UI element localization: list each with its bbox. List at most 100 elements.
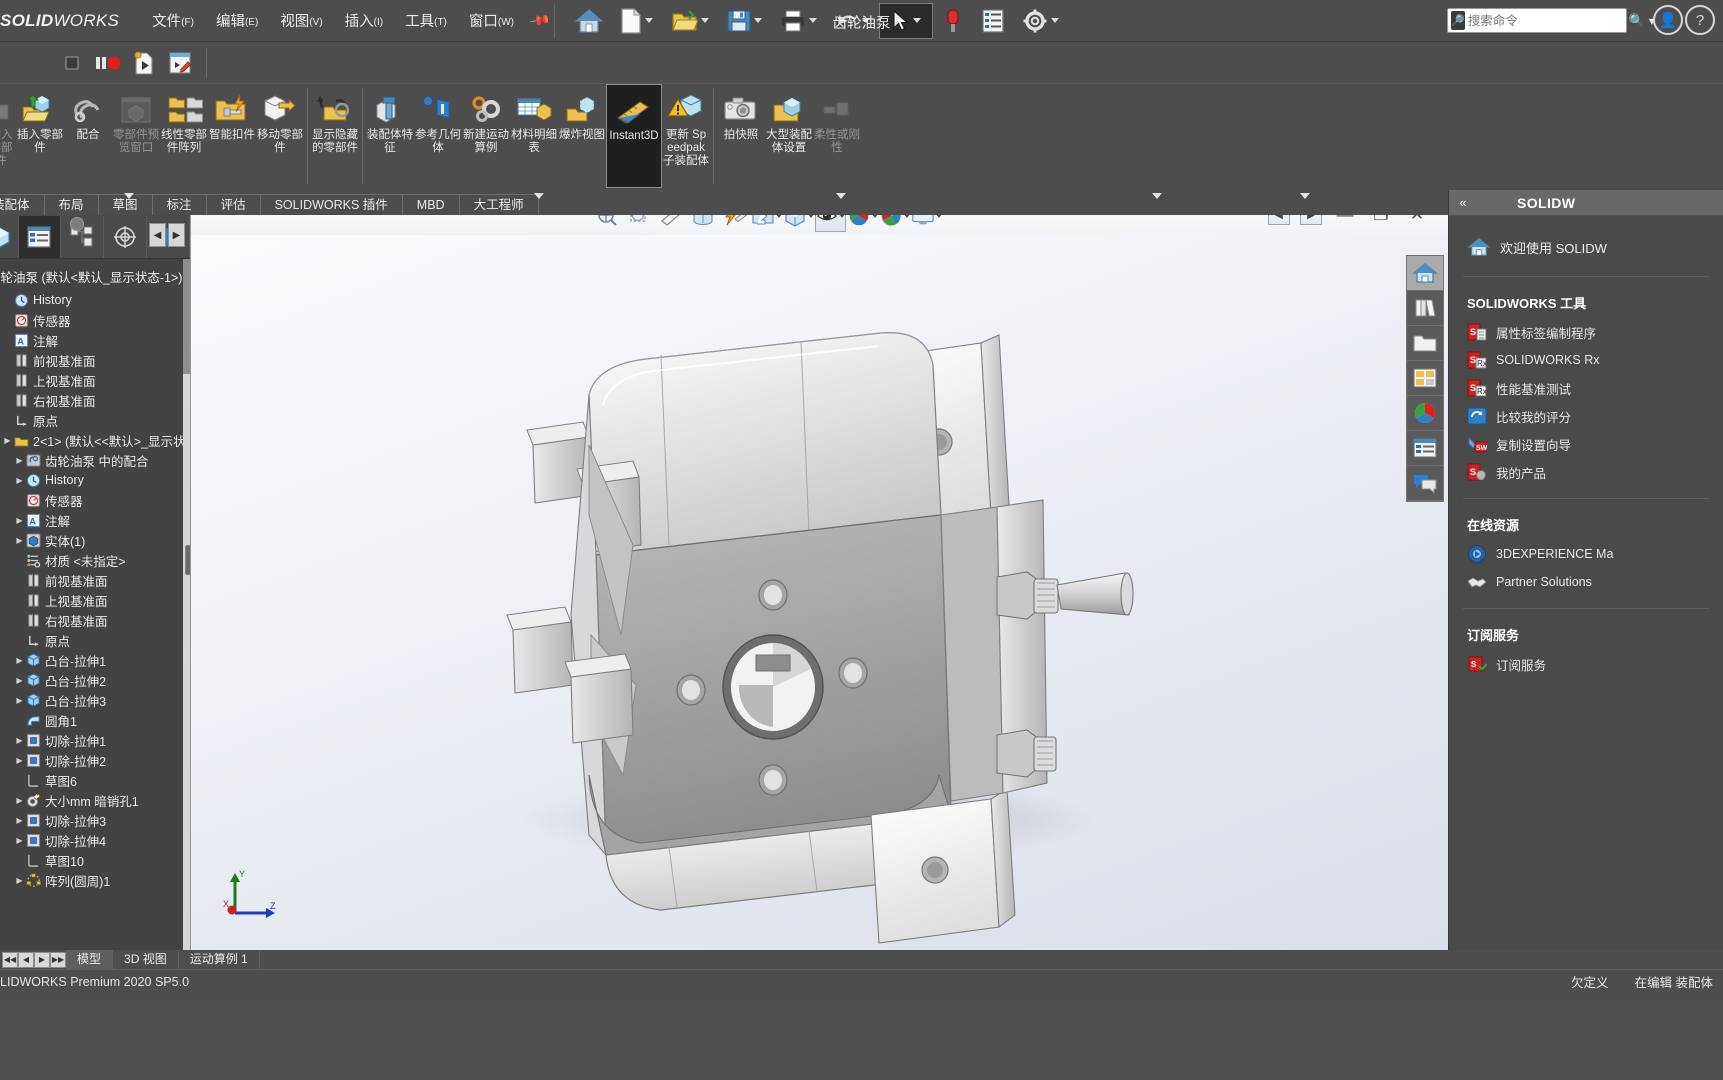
tree-node[interactable]: 材质 <未指定>: [0, 550, 183, 570]
menu-file[interactable]: 文件(F): [141, 5, 205, 36]
tree-node[interactable]: 上视基准面: [0, 590, 183, 610]
ribbon-linear-component-pattern[interactable]: 线性零部件阵列: [160, 84, 208, 188]
tree-node[interactable]: ▶ History: [0, 470, 183, 490]
ribbon-flexible-rigid[interactable]: 柔性或刚性: [813, 84, 861, 188]
link-partner-solutions[interactable]: Partner Solutions: [1449, 568, 1723, 596]
ribbon-snapshot[interactable]: 拍快照: [717, 84, 765, 188]
settings-gear-icon[interactable]: [1013, 3, 1067, 39]
ribbon-smart-fasteners[interactable]: 智能扣件: [208, 84, 256, 188]
ribbon-insert-component[interactable]: 插入零部件: [16, 84, 64, 188]
expand-arrow-icon[interactable]: ▶: [14, 836, 25, 845]
tree-scrollbar-thumb[interactable]: [183, 259, 190, 374]
edit-macro-icon[interactable]: [164, 48, 196, 78]
expand-arrow-icon[interactable]: ▶: [14, 456, 25, 465]
ribbon-component-preview[interactable]: 零部件预览窗口: [112, 84, 160, 188]
pin-icon[interactable]: 📌: [528, 9, 551, 33]
gear-pump-model[interactable]: [191, 215, 1448, 950]
tree-node[interactable]: 右视基准面: [0, 390, 183, 410]
tree-node[interactable]: History: [0, 290, 183, 310]
chevron-down-icon[interactable]: [124, 193, 134, 199]
link-property-tab-builder[interactable]: S 属性标签编制程序: [1449, 318, 1723, 346]
chevron-down-icon[interactable]: [753, 18, 762, 23]
ribbon-assembly-features[interactable]: 装配体特征: [366, 84, 414, 188]
search-input[interactable]: [1467, 13, 1629, 28]
ribbon-instant3d[interactable]: Instant3D: [606, 84, 662, 188]
chevron-down-icon[interactable]: [1300, 193, 1310, 199]
options-list-icon[interactable]: [973, 3, 1013, 39]
home-icon[interactable]: [569, 3, 609, 39]
search-icon[interactable]: 🔍: [1629, 13, 1645, 29]
tree-node[interactable]: ▶ 凸台-拉伸3: [0, 690, 183, 710]
tree-node[interactable]: 草图6: [0, 770, 183, 790]
ribbon-bill-of-materials[interactable]: 材料明细表: [510, 84, 558, 188]
collapse-icon[interactable]: «: [1449, 195, 1477, 210]
property-manager-tab[interactable]: [18, 215, 62, 258]
expand-arrow-icon[interactable]: ▶: [14, 516, 25, 525]
chevron-down-icon[interactable]: [836, 193, 846, 199]
file-explorer-icon[interactable]: [1407, 326, 1443, 361]
doc-tab-model[interactable]: 模型: [66, 950, 114, 969]
link-solidworks-rx[interactable]: S Rx SOLIDWORKS Rx: [1449, 346, 1723, 374]
ribbon-exploded-view[interactable]: 爆炸视图: [558, 84, 606, 188]
library-view-icon[interactable]: [1407, 291, 1443, 326]
ribbon-update-speedpak[interactable]: 更新 Speedpak 子装配体: [662, 84, 710, 188]
welcome-link[interactable]: 欢迎使用 SOLIDW: [1449, 230, 1723, 264]
chevron-down-icon[interactable]: [808, 18, 817, 23]
expand-arrow-icon[interactable]: ▶: [14, 816, 25, 825]
chevron-down-icon[interactable]: [912, 18, 921, 23]
tree-node[interactable]: 原点: [0, 630, 183, 650]
tree-node[interactable]: ▶ 凸台-拉伸1: [0, 650, 183, 670]
custom-properties-icon[interactable]: [1407, 431, 1443, 466]
link-3dexperience-marketplace[interactable]: 3DEXPERIENCE Ma: [1449, 540, 1723, 568]
tree-node[interactable]: 传感器: [0, 490, 183, 510]
expand-arrow-icon[interactable]: ▶: [14, 696, 25, 705]
link-copy-settings-wizard[interactable]: SW 复制设置向导: [1449, 430, 1723, 458]
chevron-down-icon[interactable]: [644, 18, 653, 23]
tree-node[interactable]: ▶ 大小mm 暗销孔1: [0, 790, 183, 810]
tree-node[interactable]: A 注解: [0, 330, 183, 350]
tree-root-title[interactable]: 齿轮油泵 (默认<默认_显示状态-1>): [0, 265, 183, 290]
tree-node[interactable]: 圆角1: [0, 710, 183, 730]
tree-node[interactable]: 传感器: [0, 310, 183, 330]
feature-manager-tree-tab[interactable]: [0, 215, 19, 258]
tree-node[interactable]: ▶ 2<1> (默认<<默认>_显示状态 1: [0, 430, 183, 450]
expand-arrow-icon[interactable]: ▶: [14, 676, 25, 685]
link-subscription-services[interactable]: S 订阅服务: [1449, 650, 1723, 678]
tree-node[interactable]: ▶ 阵列(圆周)1: [0, 870, 183, 890]
expand-arrow-icon[interactable]: [20, 48, 52, 78]
chevron-down-icon[interactable]: [700, 18, 709, 23]
expand-arrow-icon[interactable]: ▶: [2, 436, 13, 445]
menu-insert[interactable]: 插入(I): [334, 5, 394, 36]
link-my-products[interactable]: S 我的产品: [1449, 458, 1723, 486]
menu-edit[interactable]: 编辑(E): [205, 5, 269, 36]
appearances-scenes-icon[interactable]: [1407, 396, 1443, 431]
ribbon-insert-component-overflow[interactable]: 插入零部件: [0, 84, 16, 188]
tree-node[interactable]: ▶ A 注解: [0, 510, 183, 530]
ribbon-mate[interactable]: 配合: [64, 84, 112, 188]
save-icon[interactable]: [717, 3, 771, 39]
tree-node[interactable]: ▶ 切除-拉伸1: [0, 730, 183, 750]
tree-node[interactable]: 右视基准面: [0, 610, 183, 630]
menu-view[interactable]: 视图(V): [269, 5, 333, 36]
tree-node[interactable]: 上视基准面: [0, 370, 183, 390]
menu-window[interactable]: 窗口(W): [458, 5, 525, 36]
ribbon-new-motion-study[interactable]: 新建运动算例: [462, 84, 510, 188]
tab-nav-next-icon[interactable]: ▶: [34, 951, 50, 968]
stop-record-square-icon[interactable]: [56, 48, 88, 78]
pause-record-icon[interactable]: [92, 48, 124, 78]
tree-node[interactable]: 前视基准面: [0, 570, 183, 590]
tree-node[interactable]: 原点: [0, 410, 183, 430]
tree-node[interactable]: ▶ 切除-拉伸2: [0, 750, 183, 770]
tab-nav-first-icon[interactable]: ◀◀: [2, 951, 18, 968]
doc-tab-3d-views[interactable]: 3D 视图: [113, 950, 179, 969]
open-document-icon[interactable]: [663, 3, 717, 39]
tree-node[interactable]: ▶ 切除-拉伸4: [0, 830, 183, 850]
pager-next-button[interactable]: ▶: [168, 223, 185, 247]
expand-arrow-icon[interactable]: ▶: [14, 536, 25, 545]
tree-node[interactable]: ▶ 齿轮油泵 中的配合: [0, 450, 183, 470]
ribbon-large-assembly-settings[interactable]: 大型装配体设置: [765, 84, 813, 188]
expand-arrow-icon[interactable]: ▶: [14, 736, 25, 745]
panel-grip[interactable]: [70, 217, 84, 231]
tree-node[interactable]: ▶ 切除-拉伸3: [0, 810, 183, 830]
ribbon-reference-geometry[interactable]: 参考几何体: [414, 84, 462, 188]
